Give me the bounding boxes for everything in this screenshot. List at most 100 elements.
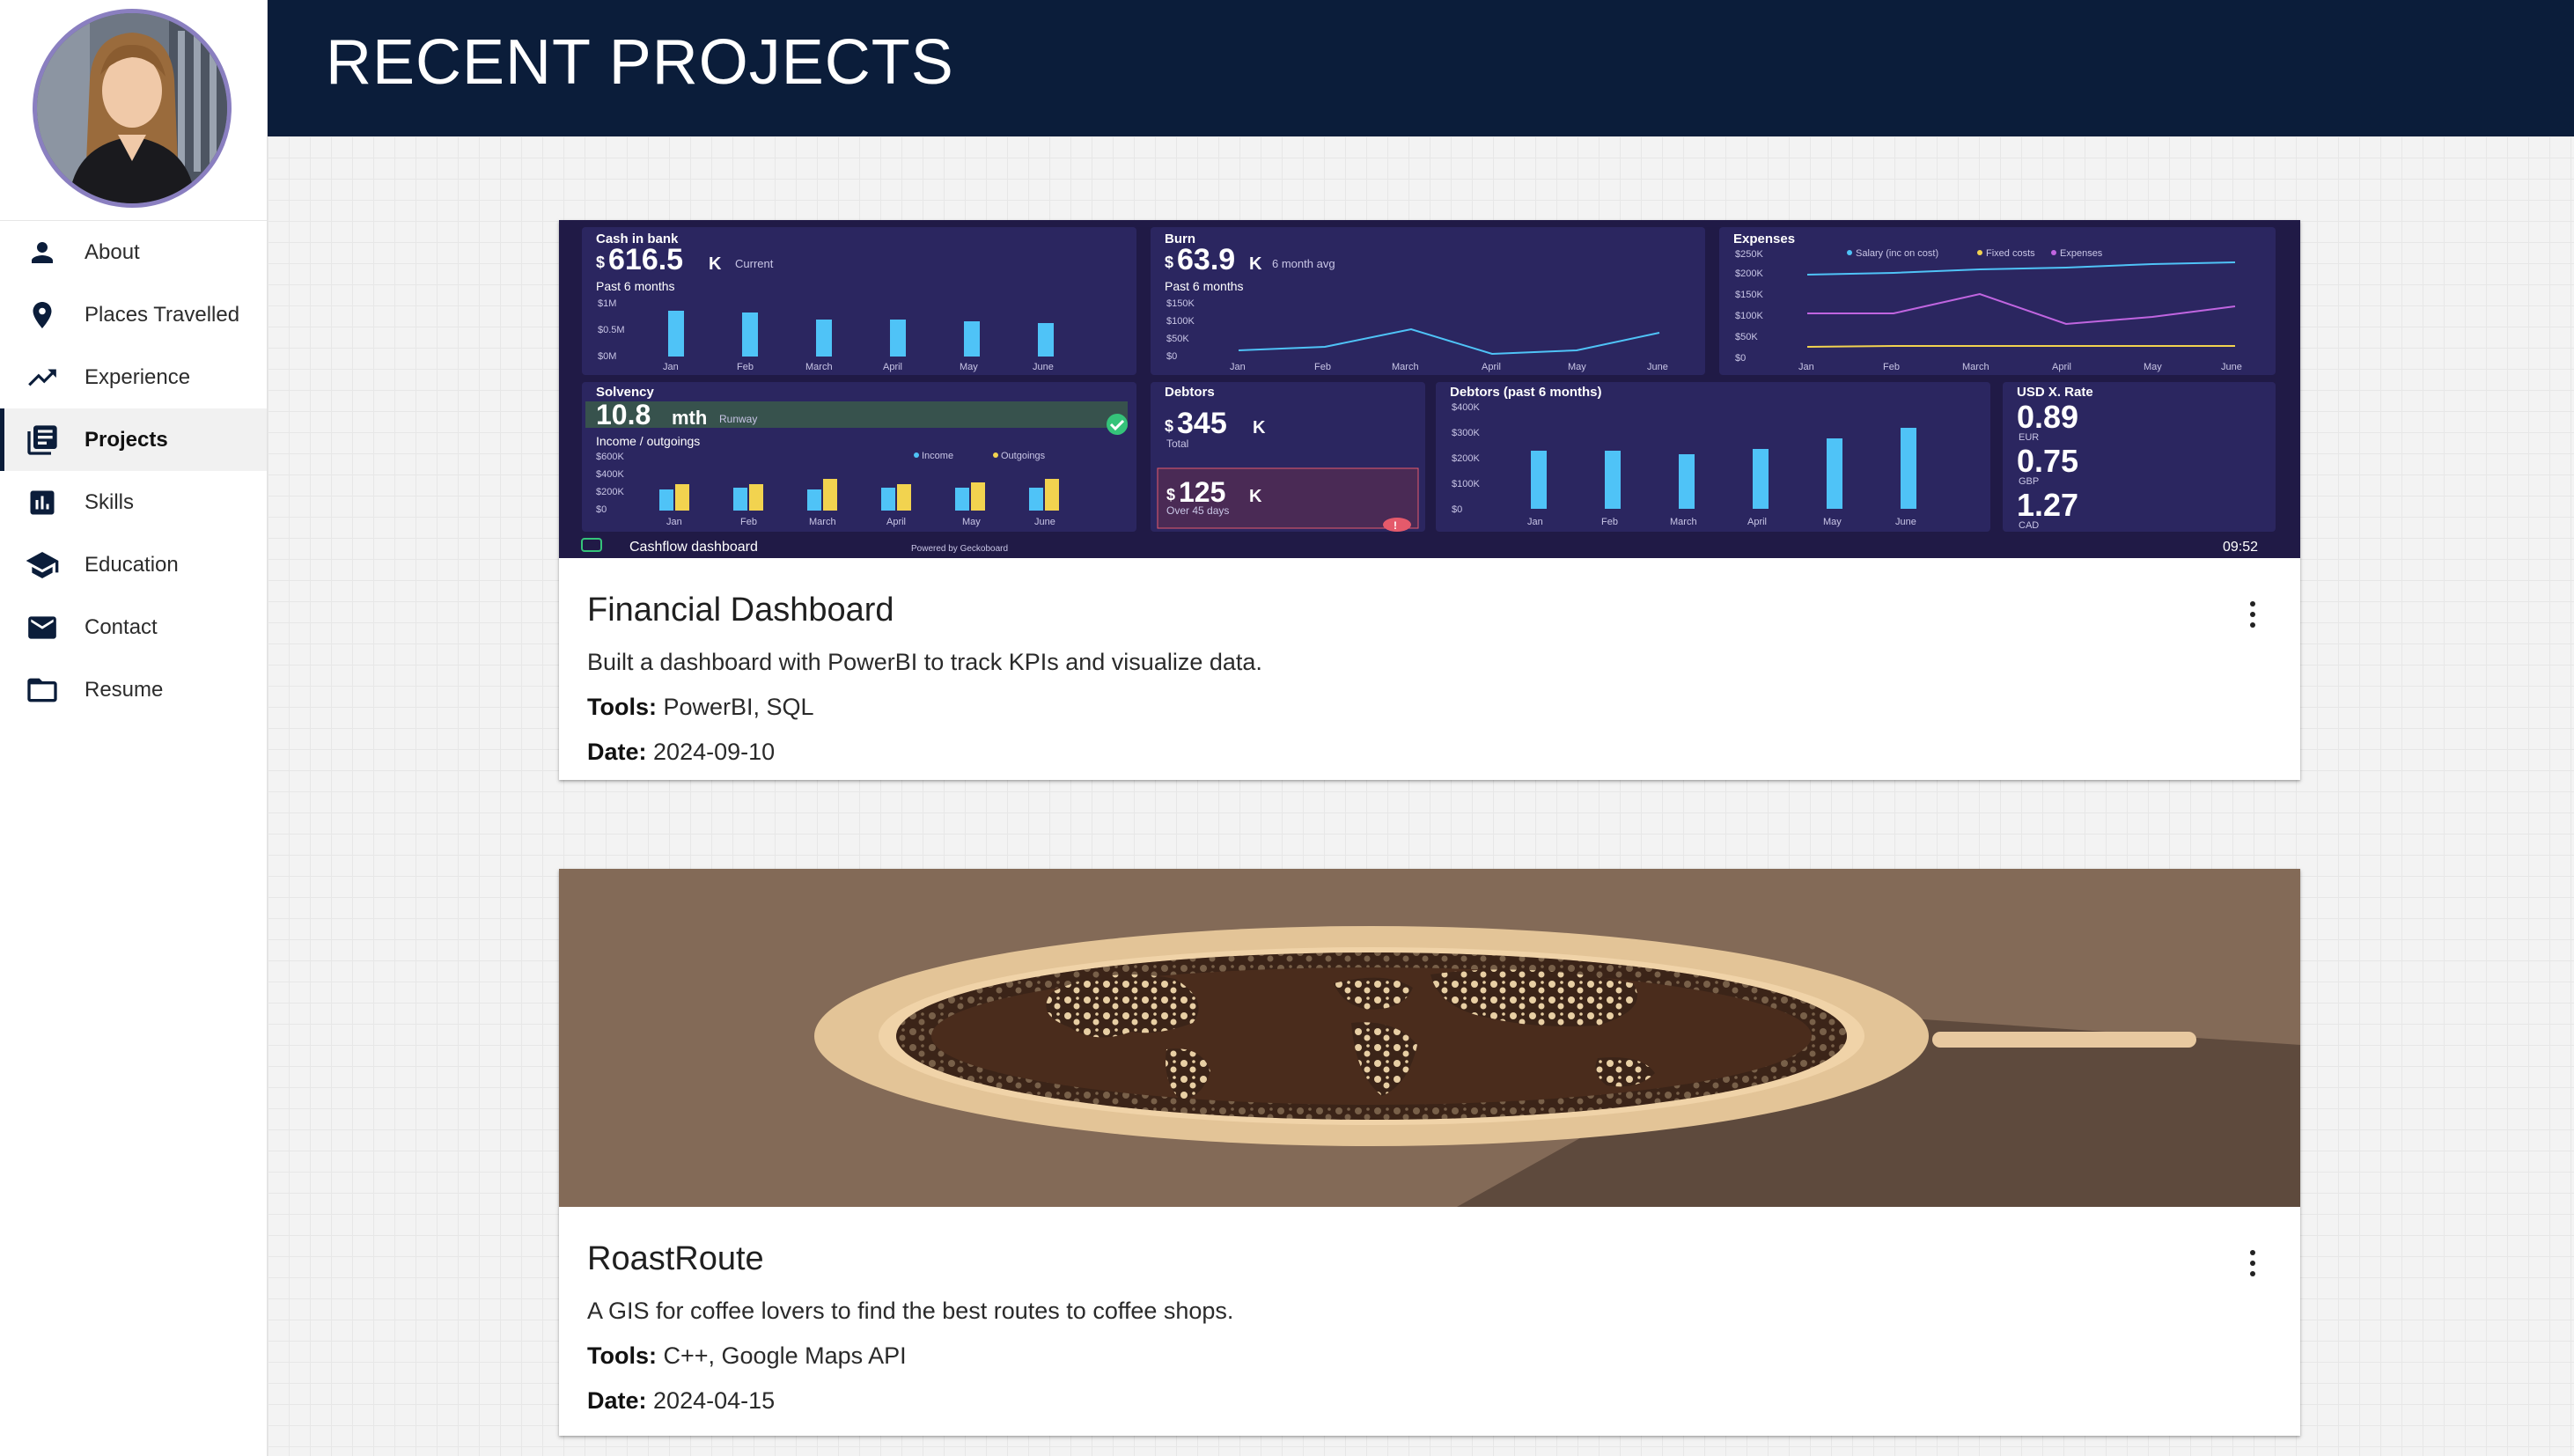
sidebar-item-label: Resume [85,677,164,702]
cash-tick: $1M [598,298,616,309]
month-label: Feb [737,362,754,372]
month-label: June [1033,362,1054,372]
burn-tick: $150K [1166,298,1195,309]
debtors6-bar [1901,428,1916,509]
project-image-coffee-globe [559,869,2300,1207]
sidebar-item-resume[interactable]: Resume [0,658,267,721]
overdue-note: Over 45 days [1166,504,1229,517]
outgoing-bar [823,479,837,511]
dashboard-footer-powered: Powered by Geckoboard [911,544,1008,554]
check-icon [1107,414,1128,435]
cash-bar [1038,323,1054,357]
fx-value: 0.89 [2017,399,2078,435]
sidebar-item-experience[interactable]: Experience [0,346,267,408]
income-tick: $600K [596,452,624,462]
legend-swatch [1847,250,1852,255]
page-title: RECENT PROJECTS [326,27,954,98]
fx-code: EUR [2019,432,2039,443]
cash-unit: K [709,254,722,274]
legend-label: Outgoings [1001,451,1046,461]
sidebar-item-label: Experience [85,364,191,389]
sidebar-item-projects[interactable]: Projects [0,408,267,471]
project-tools: Tools: PowerBI, SQL [587,695,2272,719]
debtors6-bar [1531,451,1547,509]
income-tick: $400K [596,469,624,480]
sidebar-nav: About Places Travelled Experience Projec… [0,221,267,721]
sidebar-item-about[interactable]: About [0,221,267,283]
month-label: May [962,517,981,527]
sidebar-item-education[interactable]: Education [0,533,267,596]
project-card: RoastRoute A GIS for coffee lovers to fi… [559,869,2300,1436]
outgoing-bar [897,484,911,511]
month-label: Feb [740,517,757,527]
burn-note: 6 month avg [1272,257,1335,270]
outgoing-bar [971,482,985,511]
debtors-unit: K [1253,418,1266,438]
library-books-icon [25,423,60,458]
profile-photo [37,13,227,203]
legend-swatch [1977,250,1982,255]
month-label: March [809,517,836,527]
cash-bar [742,313,758,357]
debtors6-tick: $0 [1452,504,1462,515]
burn-unit: K [1249,254,1262,274]
tools-value: C++, Google Maps API [663,1342,907,1369]
sidebar-item-skills[interactable]: Skills [0,471,267,533]
fx-title: USD X. Rate [2017,385,2093,400]
cash-subtitle: Past 6 months [596,279,675,293]
expenses-title: Expenses [1733,232,1795,246]
graduation-cap-icon [25,548,60,583]
debtors-title: Debtors [1165,385,1215,400]
cash-tick: $0M [598,351,616,362]
alert-mark: ! [1394,519,1397,532]
legend-label: Salary (inc on cost) [1856,248,1938,259]
date-value: 2024-09-10 [653,739,776,765]
expenses-tick: $50K [1735,332,1758,342]
mail-icon [25,610,60,645]
month-label: June [1647,362,1668,372]
income-bar [881,488,895,511]
more-options-icon[interactable] [2242,1246,2263,1281]
sidebar-item-label: Places Travelled [85,302,240,327]
page-header: RECENT PROJECTS [268,0,2574,136]
solvency-unit: mth [672,407,707,429]
month-label: Jan [666,517,682,527]
spoon-handle [1932,1032,2196,1048]
solvency-value: 10.8 [596,399,651,430]
project-tools: Tools: C++, Google Maps API [587,1344,2272,1368]
project-description: A GIS for coffee lovers to find the best… [587,1298,1234,1324]
income-bar [1029,488,1043,511]
income-bar [659,489,673,511]
project-image-dashboard: Cash in bank $ 616.5 K Current Past 6 mo… [559,220,2300,558]
debtors6-tick: $200K [1452,453,1480,464]
trending-up-icon [25,360,60,395]
burn-tick: $100K [1166,316,1195,327]
project-date: Date: 2024-09-10 [587,740,2272,764]
dashboard-clock: 09:52 [2223,540,2258,555]
sidebar-item-label: Education [85,552,179,577]
legend-swatch [914,452,919,458]
project-description: Built a dashboard with PowerBI to track … [587,649,1262,675]
debtors6-bar [1753,449,1769,509]
burn-tick: $50K [1166,334,1189,344]
avatar-section [0,0,267,221]
sidebar-item-contact[interactable]: Contact [0,596,267,658]
burn-tick: $0 [1166,351,1177,362]
project-card: Cash in bank $ 616.5 K Current Past 6 mo… [559,220,2300,780]
expenses-tick: $150K [1735,290,1763,300]
month-label: June [2221,362,2242,372]
cash-bar [668,311,684,357]
outgoing-bar [675,484,689,511]
income-title: Income / outgoings [596,434,700,448]
folder-icon [25,673,60,708]
expenses-tick: $100K [1735,311,1763,321]
solvency-title: Solvency [596,385,655,400]
month-label: Jan [1798,362,1814,372]
sidebar-item-label: Projects [85,427,168,452]
sidebar-item-places-travelled[interactable]: Places Travelled [0,283,267,346]
expenses-tick: $250K [1735,249,1763,260]
month-label: April [886,517,906,527]
outgoing-bar [749,484,763,511]
more-options-icon[interactable] [2242,597,2263,632]
person-icon [25,235,60,270]
